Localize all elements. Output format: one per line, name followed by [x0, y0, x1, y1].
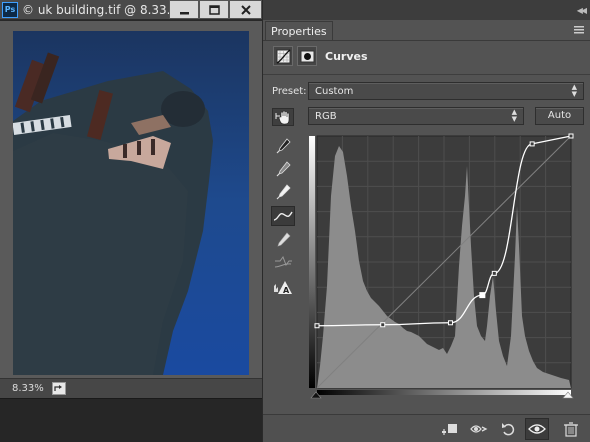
svg-text:A: A	[283, 286, 290, 295]
close-icon	[241, 5, 251, 15]
adjustment-title: Curves	[325, 50, 368, 63]
close-button[interactable]	[229, 0, 262, 19]
maximize-button[interactable]	[199, 0, 229, 19]
collapse-panel-icon[interactable]: ◀◀	[577, 6, 587, 15]
channel-dropdown[interactable]: RGB ▲ ▼	[308, 107, 524, 125]
toggle-visibility-button[interactable]	[525, 418, 549, 440]
export-icon[interactable]	[52, 382, 66, 395]
delete-icon[interactable]	[561, 421, 581, 437]
curve-points-icon	[273, 211, 293, 221]
white-point-slider-icon[interactable]	[561, 391, 575, 399]
output-gradient-bar	[309, 136, 315, 388]
curve-control-point[interactable]	[314, 323, 320, 329]
gray-point-eyedropper[interactable]	[271, 159, 295, 179]
dropdown-arrows-icon: ▲ ▼	[511, 108, 517, 123]
input-gradient-bar	[317, 390, 571, 395]
canvas-area[interactable]	[0, 21, 262, 378]
targeted-adjustment-tool[interactable]	[272, 108, 294, 126]
curves-adjustment-icon[interactable]	[273, 46, 293, 66]
panel-footer	[263, 414, 590, 442]
draw-curve-tool[interactable]	[271, 230, 295, 250]
preset-dropdown[interactable]: Custom ▲ ▼	[308, 82, 584, 100]
eye-icon	[528, 424, 546, 434]
auto-button[interactable]: Auto	[535, 107, 584, 125]
tab-divider	[263, 40, 590, 41]
panel-separator	[263, 74, 590, 75]
preset-value: Custom	[315, 86, 354, 97]
hand-icon	[275, 110, 290, 125]
clip-to-layer-icon[interactable]	[439, 421, 459, 437]
maximize-icon	[209, 5, 220, 15]
curves-graph-svg[interactable]	[309, 132, 575, 397]
document-title: © uk building.tif @ 8.33...	[22, 3, 179, 17]
curves-graph[interactable]	[309, 132, 575, 399]
curve-control-point[interactable]	[529, 141, 535, 147]
eyedropper-black-icon	[276, 138, 291, 154]
preset-label: Preset:	[272, 86, 307, 97]
dropdown-arrows-icon: ▲ ▼	[571, 83, 577, 98]
document-window: Ps © uk building.tif @ 8.33... 8.33%	[0, 0, 262, 442]
minimize-icon	[180, 12, 189, 15]
layer-mask-icon[interactable]	[297, 46, 317, 66]
properties-panel: ◀◀ Properties Curves Preset: Custom ▲▼	[262, 0, 590, 442]
channel-value: RGB	[315, 111, 337, 122]
document-bottom-area	[0, 398, 262, 442]
tab-properties[interactable]: Properties	[265, 21, 333, 40]
document-titlebar[interactable]: Ps © uk building.tif @ 8.33...	[0, 0, 262, 20]
pencil-icon	[277, 232, 291, 247]
status-bar: 8.33%	[0, 378, 262, 398]
reset-icon[interactable]	[499, 421, 519, 437]
curve-control-point[interactable]	[479, 292, 486, 299]
eyedropper-gray-icon	[276, 161, 291, 177]
panel-menu-icon[interactable]	[574, 26, 584, 34]
edit-points-tool[interactable]	[271, 206, 295, 226]
minimize-button[interactable]	[169, 0, 199, 19]
panel-header-strip: ◀◀	[263, 0, 590, 20]
zoom-level[interactable]: 8.33%	[12, 383, 44, 394]
curve-control-point[interactable]	[491, 270, 497, 276]
clipping-warning-icon: A	[274, 281, 292, 295]
curve-control-point[interactable]	[380, 322, 386, 328]
smooth-curve-tool[interactable]	[271, 253, 295, 273]
photoshop-logo-icon: Ps	[2, 2, 18, 18]
eyedropper-white-icon	[276, 184, 291, 200]
white-point-eyedropper[interactable]	[271, 182, 295, 202]
clipping-warning-tool[interactable]: A	[271, 278, 295, 298]
black-point-slider-icon[interactable]	[309, 391, 323, 399]
building-photo[interactable]	[13, 31, 249, 375]
black-point-eyedropper[interactable]	[271, 136, 295, 156]
smooth-icon	[274, 255, 292, 268]
view-previous-state-icon[interactable]	[469, 421, 489, 437]
curve-control-point[interactable]	[447, 320, 453, 326]
curve-control-point[interactable]	[568, 133, 574, 139]
